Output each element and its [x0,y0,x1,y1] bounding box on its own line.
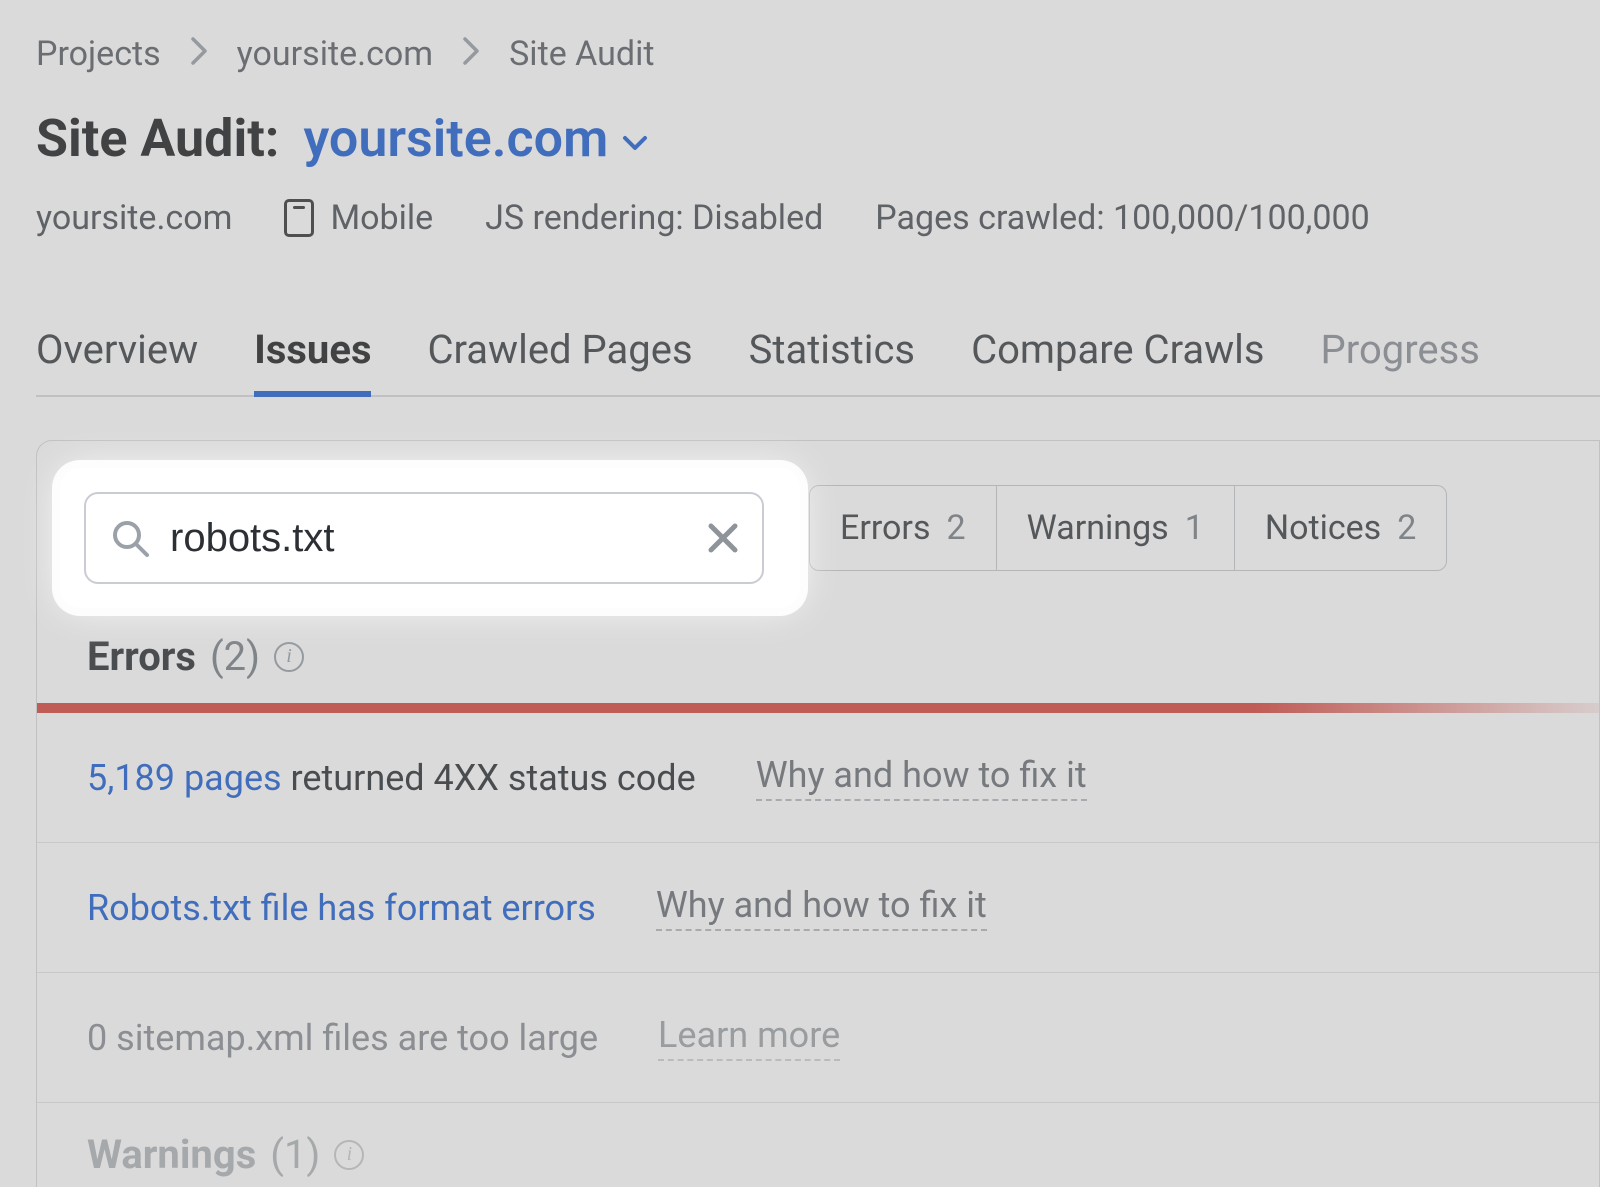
page-title-prefix: Site Audit: [36,108,279,169]
filter-notices-label: Notices [1265,508,1381,548]
mobile-icon [284,199,314,237]
issue-link[interactable]: 5,189 pages [87,757,282,799]
highlight-spot [60,468,800,608]
issue-title: 5,189 pages returned 4XX status code [87,757,696,799]
issue-row: 0 sitemap.xml files are too large Learn … [37,973,1599,1103]
meta-row: yoursite.com Mobile JS rendering: Disabl… [36,198,1370,238]
why-how-link[interactable]: Why and how to fix it [656,884,987,931]
meta-domain: yoursite.com [36,198,232,238]
breadcrumb-item-projects[interactable]: Projects [36,34,161,74]
info-icon[interactable]: i [274,642,304,672]
tab-overview[interactable]: Overview [36,326,198,373]
issue-row: Robots.txt file has format errors Why an… [37,843,1599,973]
tabs: Overview Issues Crawled Pages Statistics… [36,326,1600,397]
tab-issues[interactable]: Issues [254,326,371,373]
page-title: Site Audit: yoursite.com [36,108,648,169]
clear-search-button[interactable] [705,516,741,560]
meta-device: Mobile [284,198,433,238]
chevron-down-icon [622,108,648,169]
filter-warnings[interactable]: Warnings 1 [997,486,1235,570]
section-header-errors-label: Errors [87,633,196,680]
meta-js-rendering: JS rendering: Disabled [485,198,823,238]
severity-bar [37,703,1599,713]
meta-pages-crawled: Pages crawled: 100,000/100,000 [875,198,1369,238]
filter-notices-count: 2 [1397,508,1416,548]
search-box [84,492,764,584]
section-header-warnings-count: (1) [270,1131,320,1178]
chevron-right-icon [461,34,481,74]
domain-dropdown-label: yoursite.com [303,108,608,169]
breadcrumb: Projects yoursite.com Site Audit [36,34,654,74]
tab-progress[interactable]: Progress [1321,326,1480,373]
filter-errors-label: Errors [840,508,931,548]
chevron-right-icon [189,34,209,74]
domain-dropdown[interactable]: yoursite.com [303,108,648,169]
filter-warnings-label: Warnings [1027,508,1169,548]
info-icon[interactable]: i [334,1140,364,1170]
meta-device-label: Mobile [330,198,433,238]
section-header-errors: Errors (2) i [87,633,304,680]
why-how-link[interactable]: Why and how to fix it [756,754,1087,801]
search-icon [110,518,150,558]
filter-notices[interactable]: Notices 2 [1235,486,1447,570]
learn-more-link[interactable]: Learn more [658,1014,840,1061]
issue-link[interactable]: Robots.txt file has format errors [87,887,596,929]
tab-statistics[interactable]: Statistics [749,326,915,373]
section-header-errors-count: (2) [210,633,260,680]
section-header-warnings-label: Warnings [87,1131,256,1178]
tab-crawled-pages[interactable]: Crawled Pages [427,326,692,373]
issue-text: returned 4XX status code [282,757,696,799]
filter-errors[interactable]: Errors 2 [810,486,997,570]
filter-pills: Errors 2 Warnings 1 Notices 2 [809,485,1447,571]
filter-warnings-count: 1 [1185,508,1204,548]
filter-errors-count: 2 [947,508,966,548]
section-header-warnings: Warnings (1) i [87,1131,364,1178]
search-input[interactable] [170,516,685,561]
breadcrumb-item-section[interactable]: Site Audit [509,34,654,74]
tab-compare-crawls[interactable]: Compare Crawls [971,326,1264,373]
breadcrumb-item-domain[interactable]: yoursite.com [237,34,433,74]
issue-row: 5,189 pages returned 4XX status code Why… [37,713,1599,843]
issue-text-muted: 0 sitemap.xml files are too large [87,1017,598,1059]
